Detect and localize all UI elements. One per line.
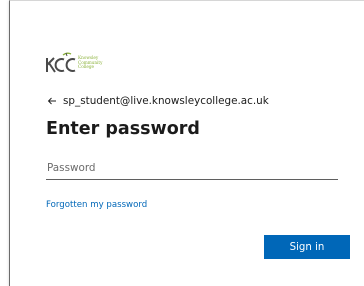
arrow-left-icon[interactable] — [47, 96, 57, 106]
page-title: Enter password — [46, 119, 200, 139]
forgot-password-link[interactable]: Forgotten my password — [46, 200, 147, 210]
sign-in-card: Knowsley Community College sp_student@li… — [9, 0, 364, 286]
identity-banner[interactable]: sp_student@live.knowsleycollege.ac.uk — [47, 93, 269, 109]
logo-line-3: College — [78, 64, 95, 70]
kcc-logo-mark-icon — [46, 52, 76, 73]
page: Knowsley Community College sp_student@li… — [0, 0, 364, 286]
sign-in-button[interactable]: Sign in — [264, 235, 350, 259]
college-logo: Knowsley Community College — [46, 51, 126, 77]
password-field[interactable] — [46, 156, 338, 180]
logo-text: Knowsley Community College — [78, 55, 102, 70]
identity-email: sp_student@live.knowsleycollege.ac.uk — [63, 95, 269, 107]
